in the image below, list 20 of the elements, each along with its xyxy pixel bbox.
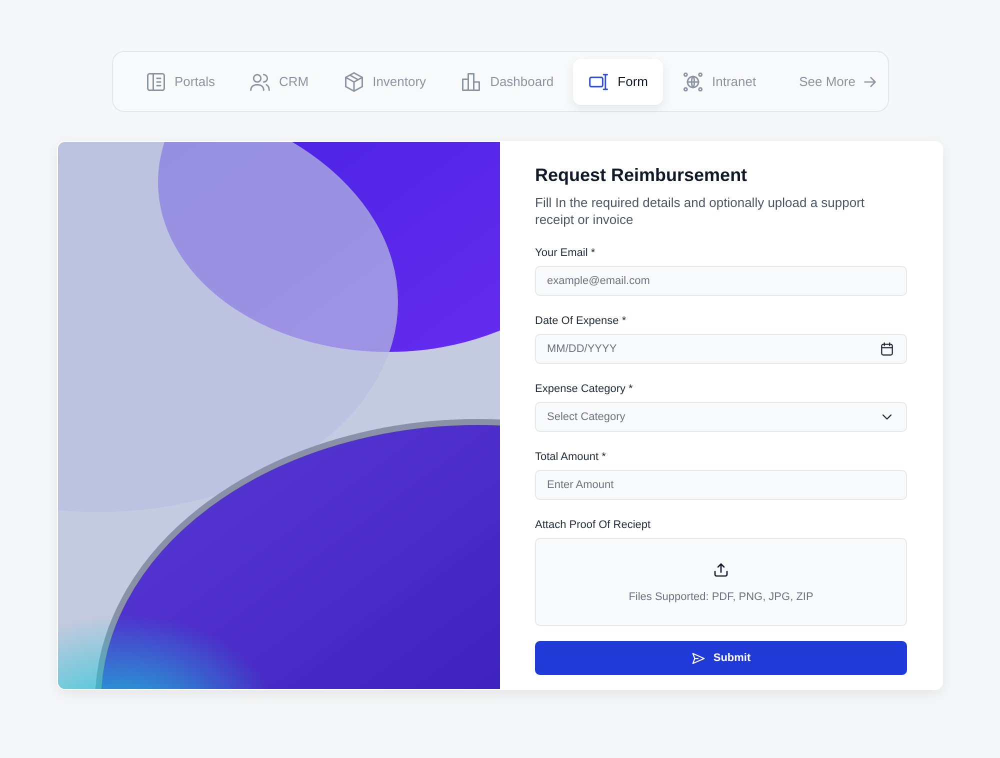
field-label: Date Of Expense *	[535, 315, 628, 327]
input-field[interactable]: example@email.com	[535, 266, 907, 296]
nav-tab[interactable]: Dashboard	[445, 58, 569, 104]
nav-tab[interactable]: Portals	[130, 58, 230, 104]
nav-tab[interactable]: CRM	[234, 58, 324, 104]
select-dropdown[interactable]: Select Category	[535, 402, 907, 432]
nav-tab[interactable]: Form	[572, 58, 664, 104]
form-title: Request Reimbursement	[535, 165, 748, 186]
input-field[interactable]: Enter Amount	[535, 470, 907, 500]
nav-tab[interactable]: Inventory	[328, 58, 442, 104]
submit-button[interactable]: Submit	[535, 641, 907, 675]
date-field[interactable]: MM/DD/YYYY	[535, 334, 907, 364]
form-description: Fill In the required details and optionally upload a support receipt or invoice	[535, 194, 865, 228]
field-label: Your Email *	[535, 247, 596, 259]
field-label: Total Amount *	[535, 451, 607, 463]
see-more-link[interactable]: See More	[791, 74, 886, 89]
file-upload-dropzone[interactable]: Files Supported: PDF, PNG, JPG, ZIP	[535, 538, 907, 626]
field-label: Attach Proof Of Reciept	[535, 519, 652, 531]
field-label: Expense Category *	[535, 383, 634, 395]
nav-tab[interactable]: Intranet	[667, 58, 772, 104]
